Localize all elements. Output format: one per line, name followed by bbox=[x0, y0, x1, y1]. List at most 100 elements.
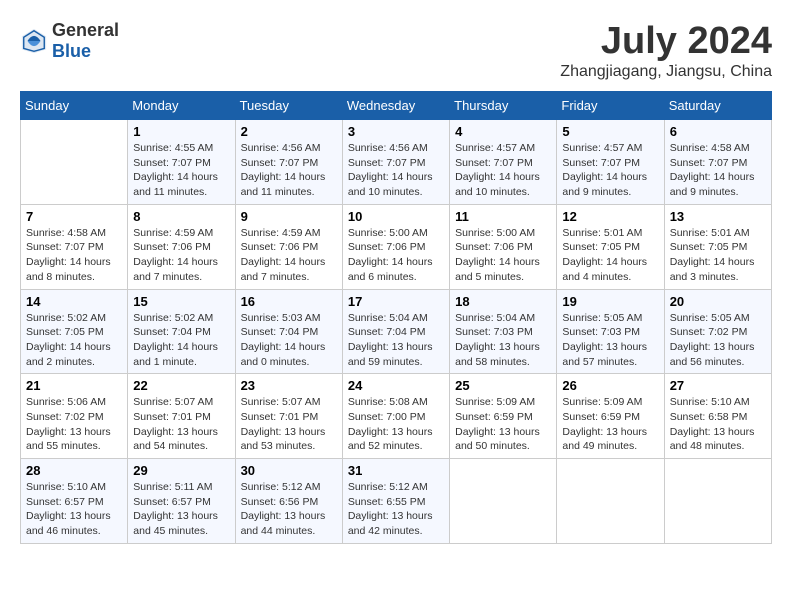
day-number: 1 bbox=[133, 124, 229, 139]
day-number: 27 bbox=[670, 378, 766, 393]
calendar-cell: 2Sunrise: 4:56 AMSunset: 7:07 PMDaylight… bbox=[235, 120, 342, 205]
day-number: 2 bbox=[241, 124, 337, 139]
day-info: Sunrise: 5:07 AMSunset: 7:01 PMDaylight:… bbox=[133, 395, 229, 454]
calendar-cell: 31Sunrise: 5:12 AMSunset: 6:55 PMDayligh… bbox=[342, 459, 449, 544]
day-number: 16 bbox=[241, 294, 337, 309]
day-number: 6 bbox=[670, 124, 766, 139]
calendar-header: SundayMondayTuesdayWednesdayThursdayFrid… bbox=[21, 92, 772, 120]
day-info: Sunrise: 5:12 AMSunset: 6:56 PMDaylight:… bbox=[241, 480, 337, 539]
day-number: 13 bbox=[670, 209, 766, 224]
calendar-cell: 20 Sunrise: 5:05 AMSunset: 7:02 PMDayligh… bbox=[664, 289, 771, 374]
title-area: July 2024 Zhangjiagang, Jiangsu, China bbox=[560, 20, 772, 81]
day-info: Sunrise: 4:59 AMSunset: 7:06 PMDaylight:… bbox=[133, 226, 229, 285]
day-info: Sunrise: 5:09 AMSunset: 6:59 PMDaylight:… bbox=[562, 395, 658, 454]
calendar-cell: 29 Sunrise: 5:11 AMSunset: 6:57 PMDayligh… bbox=[128, 459, 235, 544]
location-text: Zhangjiagang, Jiangsu, China bbox=[560, 63, 772, 81]
day-info: Sunrise: 5:02 AMSunset: 7:05 PMDaylight:… bbox=[26, 311, 122, 370]
calendar-cell: 27Sunrise: 5:10 AMSunset: 6:58 PMDayligh… bbox=[664, 374, 771, 459]
calendar-cell: 3 Sunrise: 4:56 AMSunset: 7:07 PMDaylight… bbox=[342, 120, 449, 205]
calendar-cell: 30 Sunrise: 5:12 AMSunset: 6:56 PMDayligh… bbox=[235, 459, 342, 544]
calendar-cell: 7Sunrise: 4:58 AMSunset: 7:07 PMDaylight… bbox=[21, 204, 128, 289]
day-number: 29 bbox=[133, 463, 229, 478]
month-year-title: July 2024 bbox=[560, 20, 772, 63]
header: General Blue July 2024 Zhangjiagang, Jia… bbox=[20, 20, 772, 81]
calendar-cell: 25Sunrise: 5:09 AMSunset: 6:59 PMDayligh… bbox=[450, 374, 557, 459]
day-info: Sunrise: 5:05 AMSunset: 7:02 PMDaylight:… bbox=[670, 311, 766, 370]
day-number: 14 bbox=[26, 294, 122, 309]
header-sunday: Sunday bbox=[21, 92, 128, 120]
day-info: Sunrise: 4:59 AMSunset: 7:06 PMDaylight:… bbox=[241, 226, 337, 285]
day-number: 18 bbox=[455, 294, 551, 309]
header-row: SundayMondayTuesdayWednesdayThursdayFrid… bbox=[21, 92, 772, 120]
calendar-week-1: 7Sunrise: 4:58 AMSunset: 7:07 PMDaylight… bbox=[21, 204, 772, 289]
day-info: Sunrise: 4:57 AMSunset: 7:07 PMDaylight:… bbox=[455, 141, 551, 200]
calendar-cell: 17 Sunrise: 5:04 AMSunset: 7:04 PMDayligh… bbox=[342, 289, 449, 374]
header-monday: Monday bbox=[128, 92, 235, 120]
day-info: Sunrise: 5:04 AMSunset: 7:04 PMDaylight:… bbox=[348, 311, 444, 370]
day-info: Sunrise: 4:57 AMSunset: 7:07 PMDaylight:… bbox=[562, 141, 658, 200]
day-number: 19 bbox=[562, 294, 658, 309]
day-number: 20 bbox=[670, 294, 766, 309]
calendar-week-0: 1 Sunrise: 4:55 AMSunset: 7:07 PMDaylight… bbox=[21, 120, 772, 205]
calendar-cell bbox=[21, 120, 128, 205]
day-info: Sunrise: 5:00 AMSunset: 7:06 PMDaylight:… bbox=[348, 226, 444, 285]
calendar-cell: 14 Sunrise: 5:02 AMSunset: 7:05 PMDayligh… bbox=[21, 289, 128, 374]
day-number: 25 bbox=[455, 378, 551, 393]
calendar-cell: 15Sunrise: 5:02 AMSunset: 7:04 PMDayligh… bbox=[128, 289, 235, 374]
logo: General Blue bbox=[20, 20, 119, 62]
header-tuesday: Tuesday bbox=[235, 92, 342, 120]
day-number: 23 bbox=[241, 378, 337, 393]
calendar-cell: 9 Sunrise: 4:59 AMSunset: 7:06 PMDaylight… bbox=[235, 204, 342, 289]
day-number: 28 bbox=[26, 463, 122, 478]
calendar-cell bbox=[557, 459, 664, 544]
header-thursday: Thursday bbox=[450, 92, 557, 120]
day-info: Sunrise: 5:00 AMSunset: 7:06 PMDaylight:… bbox=[455, 226, 551, 285]
day-number: 22 bbox=[133, 378, 229, 393]
header-friday: Friday bbox=[557, 92, 664, 120]
calendar-week-4: 28 Sunrise: 5:10 AMSunset: 6:57 PMDayligh… bbox=[21, 459, 772, 544]
calendar-week-2: 14 Sunrise: 5:02 AMSunset: 7:05 PMDayligh… bbox=[21, 289, 772, 374]
day-info: Sunrise: 5:04 AMSunset: 7:03 PMDaylight:… bbox=[455, 311, 551, 370]
day-number: 24 bbox=[348, 378, 444, 393]
day-number: 8 bbox=[133, 209, 229, 224]
day-info: Sunrise: 5:01 AMSunset: 7:05 PMDaylight:… bbox=[562, 226, 658, 285]
calendar-cell: 18 Sunrise: 5:04 AMSunset: 7:03 PMDayligh… bbox=[450, 289, 557, 374]
calendar-week-3: 21Sunrise: 5:06 AMSunset: 7:02 PMDayligh… bbox=[21, 374, 772, 459]
day-number: 15 bbox=[133, 294, 229, 309]
calendar-cell: 28 Sunrise: 5:10 AMSunset: 6:57 PMDayligh… bbox=[21, 459, 128, 544]
day-number: 9 bbox=[241, 209, 337, 224]
calendar-cell bbox=[664, 459, 771, 544]
logo-icon bbox=[20, 27, 48, 55]
calendar-cell: 8 Sunrise: 4:59 AMSunset: 7:06 PMDaylight… bbox=[128, 204, 235, 289]
day-number: 30 bbox=[241, 463, 337, 478]
day-info: Sunrise: 4:58 AMSunset: 7:07 PMDaylight:… bbox=[670, 141, 766, 200]
calendar-cell: 22 Sunrise: 5:07 AMSunset: 7:01 PMDayligh… bbox=[128, 374, 235, 459]
day-info: Sunrise: 4:56 AMSunset: 7:07 PMDaylight:… bbox=[348, 141, 444, 200]
day-number: 31 bbox=[348, 463, 444, 478]
day-number: 12 bbox=[562, 209, 658, 224]
calendar-cell: 24Sunrise: 5:08 AMSunset: 7:00 PMDayligh… bbox=[342, 374, 449, 459]
day-info: Sunrise: 4:58 AMSunset: 7:07 PMDaylight:… bbox=[26, 226, 122, 285]
calendar-cell: 5Sunrise: 4:57 AMSunset: 7:07 PMDaylight… bbox=[557, 120, 664, 205]
day-info: Sunrise: 5:01 AMSunset: 7:05 PMDaylight:… bbox=[670, 226, 766, 285]
calendar-cell: 21Sunrise: 5:06 AMSunset: 7:02 PMDayligh… bbox=[21, 374, 128, 459]
day-info: Sunrise: 5:11 AMSunset: 6:57 PMDaylight:… bbox=[133, 480, 229, 539]
calendar-cell: 1 Sunrise: 4:55 AMSunset: 7:07 PMDaylight… bbox=[128, 120, 235, 205]
day-number: 3 bbox=[348, 124, 444, 139]
calendar-cell: 23Sunrise: 5:07 AMSunset: 7:01 PMDayligh… bbox=[235, 374, 342, 459]
day-number: 4 bbox=[455, 124, 551, 139]
day-info: Sunrise: 5:05 AMSunset: 7:03 PMDaylight:… bbox=[562, 311, 658, 370]
day-number: 17 bbox=[348, 294, 444, 309]
calendar-table: SundayMondayTuesdayWednesdayThursdayFrid… bbox=[20, 91, 772, 544]
calendar-cell: 16Sunrise: 5:03 AMSunset: 7:04 PMDayligh… bbox=[235, 289, 342, 374]
calendar-cell: 12 Sunrise: 5:01 AMSunset: 7:05 PMDayligh… bbox=[557, 204, 664, 289]
header-wednesday: Wednesday bbox=[342, 92, 449, 120]
calendar-cell: 11 Sunrise: 5:00 AMSunset: 7:06 PMDayligh… bbox=[450, 204, 557, 289]
day-info: Sunrise: 4:55 AMSunset: 7:07 PMDaylight:… bbox=[133, 141, 229, 200]
calendar-body: 1 Sunrise: 4:55 AMSunset: 7:07 PMDaylight… bbox=[21, 120, 772, 544]
day-info: Sunrise: 5:10 AMSunset: 6:57 PMDaylight:… bbox=[26, 480, 122, 539]
day-number: 21 bbox=[26, 378, 122, 393]
calendar-cell: 10Sunrise: 5:00 AMSunset: 7:06 PMDayligh… bbox=[342, 204, 449, 289]
day-number: 11 bbox=[455, 209, 551, 224]
logo-blue-text: Blue bbox=[52, 41, 91, 61]
